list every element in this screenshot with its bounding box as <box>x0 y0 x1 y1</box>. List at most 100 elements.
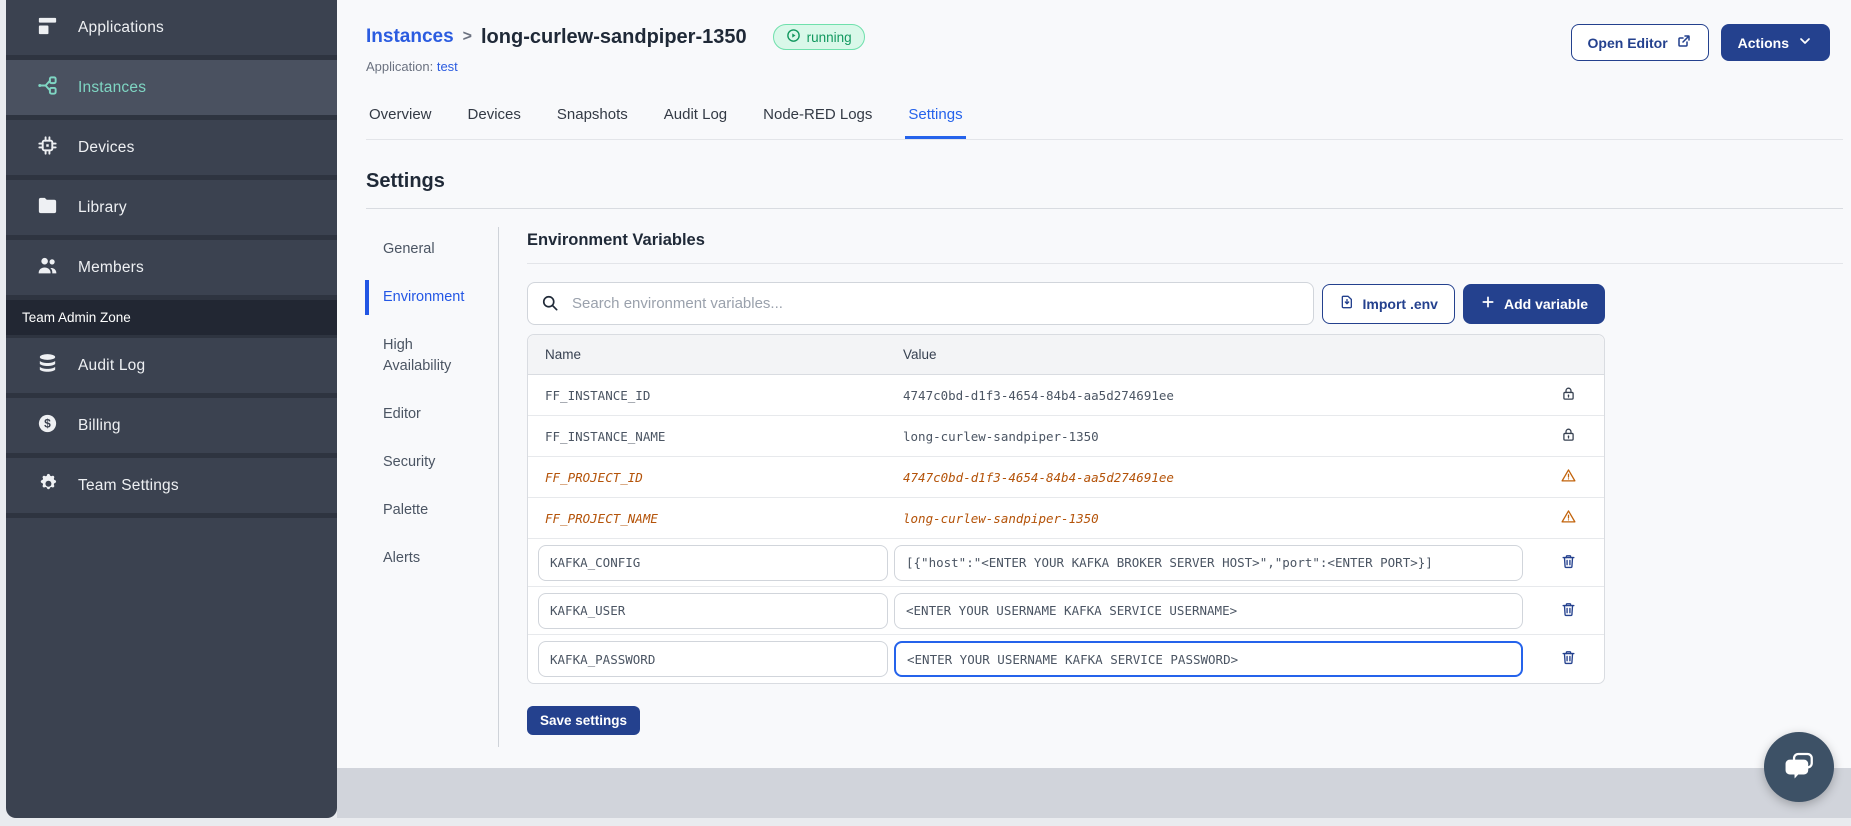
sidebar-item-label: Team Settings <box>78 476 179 494</box>
add-variable-button[interactable]: Add variable <box>1462 283 1605 324</box>
billing-icon: $ <box>36 412 59 440</box>
env-var-value: long-curlew-sandpiper-1350 <box>903 428 1099 444</box>
settings-nav-high-availability[interactable]: High Availability <box>366 335 476 377</box>
sidebar-item-audit-log[interactable]: Audit Log <box>6 338 337 398</box>
env-var-value: 4747c0bd-d1f3-4654-84b4-aa5d274691ee <box>903 469 1174 485</box>
open-editor-label: Open Editor <box>1587 34 1668 51</box>
trash-icon <box>1560 601 1577 621</box>
env-var-name: FF_PROJECT_ID <box>545 469 643 485</box>
sidebar-item-label: Instances <box>78 78 147 96</box>
column-header-value: Value <box>903 347 937 362</box>
external-link-icon <box>1676 33 1692 52</box>
table-row: FF_INSTANCE_ID 4747c0bd-d1f3-4654-84b4-a… <box>528 375 1604 416</box>
tab-node-red-logs[interactable]: Node-RED Logs <box>760 100 875 139</box>
table-row: FF_PROJECT_NAME long-curlew-sandpiper-13… <box>528 498 1604 539</box>
environment-panel: Environment Variables Import .env <box>527 227 1843 747</box>
table-row: FF_PROJECT_ID 4747c0bd-d1f3-4654-84b4-aa… <box>528 457 1604 498</box>
search-input[interactable] <box>527 282 1314 325</box>
chat-bubble-icon <box>1782 749 1816 786</box>
settings-divider <box>366 208 1843 209</box>
sidebar-item-label: Audit Log <box>78 356 146 374</box>
warning-icon <box>1560 467 1577 487</box>
delete-variable-button[interactable] <box>1558 647 1579 671</box>
application-line: Application: test <box>366 59 1843 74</box>
env-var-value: long-curlew-sandpiper-1350 <box>903 510 1099 526</box>
env-var-name-input[interactable] <box>538 641 888 677</box>
trash-icon <box>1560 553 1577 573</box>
lock-icon <box>1560 426 1577 446</box>
settings-nav-security[interactable]: Security <box>366 452 498 473</box>
chevron-down-icon <box>1797 33 1813 52</box>
sidebar-item-label: Devices <box>78 138 135 156</box>
application-link[interactable]: test <box>437 59 458 74</box>
env-var-value-input[interactable] <box>894 641 1523 677</box>
applications-icon <box>36 14 59 42</box>
warning-icon <box>1560 508 1577 528</box>
env-var-name-input[interactable] <box>538 544 888 581</box>
sidebar-item-label: Library <box>78 198 127 216</box>
tab-settings[interactable]: Settings <box>905 100 966 139</box>
breadcrumb-instances-link[interactable]: Instances <box>366 26 454 48</box>
env-toolbar: Import .env Add variable <box>527 282 1605 325</box>
sidebar-item-members[interactable]: Members <box>6 240 337 300</box>
env-var-name: FF_PROJECT_NAME <box>545 510 658 526</box>
column-header-name: Name <box>545 347 582 362</box>
actions-button[interactable]: Actions <box>1720 24 1830 61</box>
table-row <box>528 635 1604 683</box>
sidebar-item-applications[interactable]: Applications <box>6 0 337 60</box>
panel-title: Environment Variables <box>527 231 1843 264</box>
sidebar-item-instances[interactable]: Instances <box>6 60 337 120</box>
sidebar-item-library[interactable]: Library <box>6 180 337 240</box>
plus-icon <box>1480 294 1496 313</box>
env-variables-table: Name Value FF_INSTANCE_ID 4747c0bd-d1f3-… <box>527 334 1605 684</box>
sidebar-section-team-admin-zone: Team Admin Zone <box>6 300 337 338</box>
env-var-name-input[interactable] <box>538 592 888 629</box>
library-icon <box>36 194 59 222</box>
import-icon <box>1339 294 1355 313</box>
table-row <box>528 539 1604 587</box>
settings-subnav: General Environment High Availability Ed… <box>365 227 499 747</box>
actions-label: Actions <box>1737 34 1789 51</box>
instance-tabs: Overview Devices Snapshots Audit Log Nod… <box>366 100 1843 140</box>
env-var-name: FF_INSTANCE_ID <box>545 387 651 403</box>
sidebar-item-devices[interactable]: Devices <box>6 120 337 180</box>
delete-variable-button[interactable] <box>1558 551 1579 575</box>
import-env-label: Import .env <box>1362 295 1438 312</box>
members-icon <box>36 254 59 282</box>
tab-snapshots[interactable]: Snapshots <box>554 100 631 139</box>
svg-text:$: $ <box>44 416 51 430</box>
env-var-value-input[interactable] <box>894 544 1523 581</box>
settings-nav-editor[interactable]: Editor <box>366 404 498 425</box>
chat-launcher-button[interactable] <box>1764 732 1834 802</box>
env-var-value-input[interactable] <box>894 592 1523 629</box>
open-editor-button[interactable]: Open Editor <box>1570 24 1709 61</box>
settings-nav-general[interactable]: General <box>366 239 498 260</box>
trash-icon <box>1560 649 1577 669</box>
settings-nav-alerts[interactable]: Alerts <box>366 548 498 569</box>
add-variable-label: Add variable <box>1503 295 1588 312</box>
tab-audit-log[interactable]: Audit Log <box>661 100 730 139</box>
instance-name: long-curlew-sandpiper-1350 <box>481 25 747 48</box>
settings-nav-palette[interactable]: Palette <box>366 500 498 521</box>
running-status-icon <box>786 28 801 46</box>
header-actions: Open Editor Actions <box>1570 24 1830 61</box>
settings-nav-environment[interactable]: Environment <box>365 280 498 315</box>
delete-variable-button[interactable] <box>1558 599 1579 623</box>
status-badge-label: running <box>806 29 852 45</box>
tab-overview[interactable]: Overview <box>366 100 435 139</box>
sidebar-item-label: Billing <box>78 416 121 434</box>
tab-devices[interactable]: Devices <box>465 100 524 139</box>
import-env-button[interactable]: Import .env <box>1321 283 1455 324</box>
save-settings-button[interactable]: Save settings <box>527 706 641 735</box>
instances-icon <box>36 74 59 102</box>
env-var-value: 4747c0bd-d1f3-4654-84b4-aa5d274691ee <box>903 387 1174 403</box>
table-header: Name Value <box>528 335 1604 375</box>
table-row: FF_INSTANCE_NAME long-curlew-sandpiper-1… <box>528 416 1604 457</box>
team-settings-icon <box>36 472 59 500</box>
main-content: Instances > long-curlew-sandpiper-1350 r… <box>337 0 1851 768</box>
sidebar-item-billing[interactable]: $ Billing <box>6 398 337 458</box>
sidebar-item-team-settings[interactable]: Team Settings <box>6 458 337 518</box>
status-badge: running <box>772 24 865 50</box>
table-row <box>528 587 1604 635</box>
page-title: Settings <box>366 170 445 192</box>
